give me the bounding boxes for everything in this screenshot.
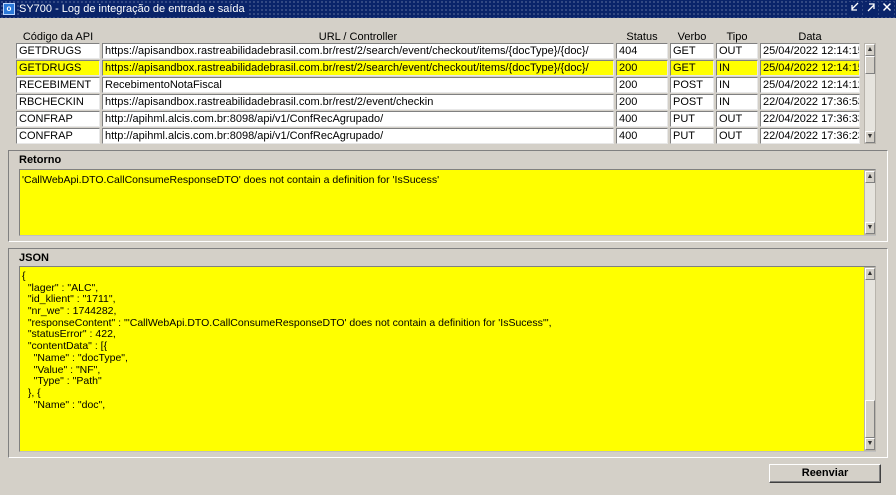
retorno-label: Retorno	[19, 154, 62, 166]
header-status: Status	[626, 31, 658, 43]
cell-api[interactable]: RECEBIMENT	[16, 77, 100, 93]
cell-url[interactable]: http://apihml.alcis.com.br:8098/api/v1/C…	[102, 128, 614, 144]
scroll-thumb[interactable]	[865, 56, 875, 74]
cell-tipo[interactable]: OUT	[716, 128, 758, 144]
close-icon[interactable]	[880, 2, 894, 16]
json-line: "Name" : "docType",	[22, 351, 128, 364]
minimize-icon[interactable]	[848, 2, 862, 16]
table-row[interactable]: GETDRUGS https://apisandbox.rastreabilid…	[16, 60, 860, 76]
cell-url[interactable]: https://apisandbox.rastreabilidadebrasil…	[102, 43, 614, 59]
cell-url[interactable]: http://apihml.alcis.com.br:8098/api/v1/C…	[102, 111, 614, 127]
scroll-up-icon[interactable]: ▲	[865, 171, 875, 183]
cell-verbo[interactable]: POST	[670, 77, 714, 93]
cell-data[interactable]: 25/04/2022 12:14:12	[760, 77, 860, 93]
scroll-thumb[interactable]	[865, 400, 875, 438]
scroll-down-icon[interactable]: ▼	[865, 222, 875, 234]
json-line: "contentData" : [{	[22, 340, 108, 353]
cell-status[interactable]: 200	[616, 77, 668, 93]
cell-api[interactable]: GETDRUGS	[16, 60, 100, 76]
cell-status[interactable]: 404	[616, 43, 668, 59]
scroll-down-icon[interactable]: ▼	[865, 131, 875, 143]
table-row[interactable]: CONFRAP http://apihml.alcis.com.br:8098/…	[16, 111, 860, 127]
retorno-panel: Retorno 'CallWebApi.DTO.CallConsumeRespo…	[8, 150, 888, 242]
title-bar: o SY700 - Log de integração de entrada e…	[0, 0, 896, 18]
scroll-up-icon[interactable]: ▲	[865, 268, 875, 280]
cell-url[interactable]: https://apisandbox.rastreabilidadebrasil…	[102, 94, 614, 110]
cell-data[interactable]: 25/04/2022 12:14:15	[760, 60, 860, 76]
cell-verbo[interactable]: PUT	[670, 111, 714, 127]
retorno-textbox[interactable]: 'CallWebApi.DTO.CallConsumeResponseDTO' …	[19, 169, 876, 236]
json-line: "responseContent" : "'CallWebApi.DTO.Cal…	[22, 316, 552, 329]
retorno-text: 'CallWebApi.DTO.CallConsumeResponseDTO' …	[22, 174, 440, 186]
reenviar-button[interactable]: Reenviar	[769, 464, 881, 483]
json-line: "id_klient" : "1711",	[22, 293, 116, 306]
table-scrollbar[interactable]: ▲ ▼	[864, 43, 876, 144]
json-line: "statusError" : 422,	[22, 328, 116, 341]
cell-data[interactable]: 22/04/2022 17:36:23	[760, 128, 860, 144]
table-row[interactable]: RBCHECKIN https://apisandbox.rastreabili…	[16, 94, 860, 110]
cell-status[interactable]: 200	[616, 94, 668, 110]
cell-status[interactable]: 400	[616, 128, 668, 144]
header-verbo: Verbo	[677, 31, 707, 43]
cell-url[interactable]: https://apisandbox.rastreabilidadebrasil…	[102, 60, 614, 76]
json-line: }, {	[22, 386, 41, 399]
json-line: {	[22, 270, 26, 282]
json-line: "Name" : "doc",	[22, 398, 106, 411]
scroll-up-icon[interactable]: ▲	[865, 44, 875, 56]
app-icon: o	[3, 3, 15, 15]
json-textbox[interactable]: { "lager" : "ALC", "id_klient" : "1711",…	[19, 266, 876, 452]
header-api: Código da API	[22, 31, 94, 43]
table-row[interactable]: CONFRAP http://apihml.alcis.com.br:8098/…	[16, 128, 860, 144]
header-url: URL / Controller	[318, 31, 398, 43]
json-line: "Type" : "Path"	[22, 375, 102, 388]
cell-data[interactable]: 25/04/2022 12:14:15	[760, 43, 860, 59]
json-panel: JSON { "lager" : "ALC", "id_klient" : "1…	[8, 248, 888, 458]
cell-api[interactable]: GETDRUGS	[16, 43, 100, 59]
cell-tipo[interactable]: IN	[716, 94, 758, 110]
json-line: "lager" : "ALC",	[22, 281, 99, 294]
cell-data[interactable]: 22/04/2022 17:36:33	[760, 111, 860, 127]
json-scrollbar[interactable]: ▲ ▼	[864, 267, 876, 451]
cell-data[interactable]: 22/04/2022 17:36:53	[760, 94, 860, 110]
cell-verbo[interactable]: GET	[670, 43, 714, 59]
table-header: Código da API URL / Controller Status Ve…	[16, 30, 876, 44]
cell-tipo[interactable]: OUT	[716, 43, 758, 59]
cell-status[interactable]: 200	[616, 60, 668, 76]
cell-api[interactable]: CONFRAP	[16, 128, 100, 144]
json-line: "nr_we" : 1744282,	[22, 305, 117, 318]
json-line: "Value" : "NF",	[22, 363, 101, 376]
maximize-icon[interactable]	[864, 2, 878, 16]
cell-status[interactable]: 400	[616, 111, 668, 127]
json-label: JSON	[19, 252, 49, 264]
cell-url[interactable]: RecebimentoNotaFiscal	[102, 77, 614, 93]
table-row[interactable]: RECEBIMENT RecebimentoNotaFiscal 200 POS…	[16, 77, 860, 93]
header-data: Data	[798, 31, 822, 43]
cell-tipo[interactable]: OUT	[716, 111, 758, 127]
window-title: SY700 - Log de integração de entrada e s…	[19, 3, 249, 15]
scroll-down-icon[interactable]: ▼	[865, 438, 875, 450]
table-row[interactable]: GETDRUGS https://apisandbox.rastreabilid…	[16, 43, 860, 59]
cell-api[interactable]: CONFRAP	[16, 111, 100, 127]
cell-tipo[interactable]: IN	[716, 77, 758, 93]
cell-api[interactable]: RBCHECKIN	[16, 94, 100, 110]
cell-verbo[interactable]: POST	[670, 94, 714, 110]
cell-verbo[interactable]: PUT	[670, 128, 714, 144]
retorno-scrollbar[interactable]: ▲ ▼	[864, 170, 876, 235]
cell-verbo[interactable]: GET	[670, 60, 714, 76]
header-tipo: Tipo	[726, 31, 748, 43]
cell-tipo[interactable]: IN	[716, 60, 758, 76]
